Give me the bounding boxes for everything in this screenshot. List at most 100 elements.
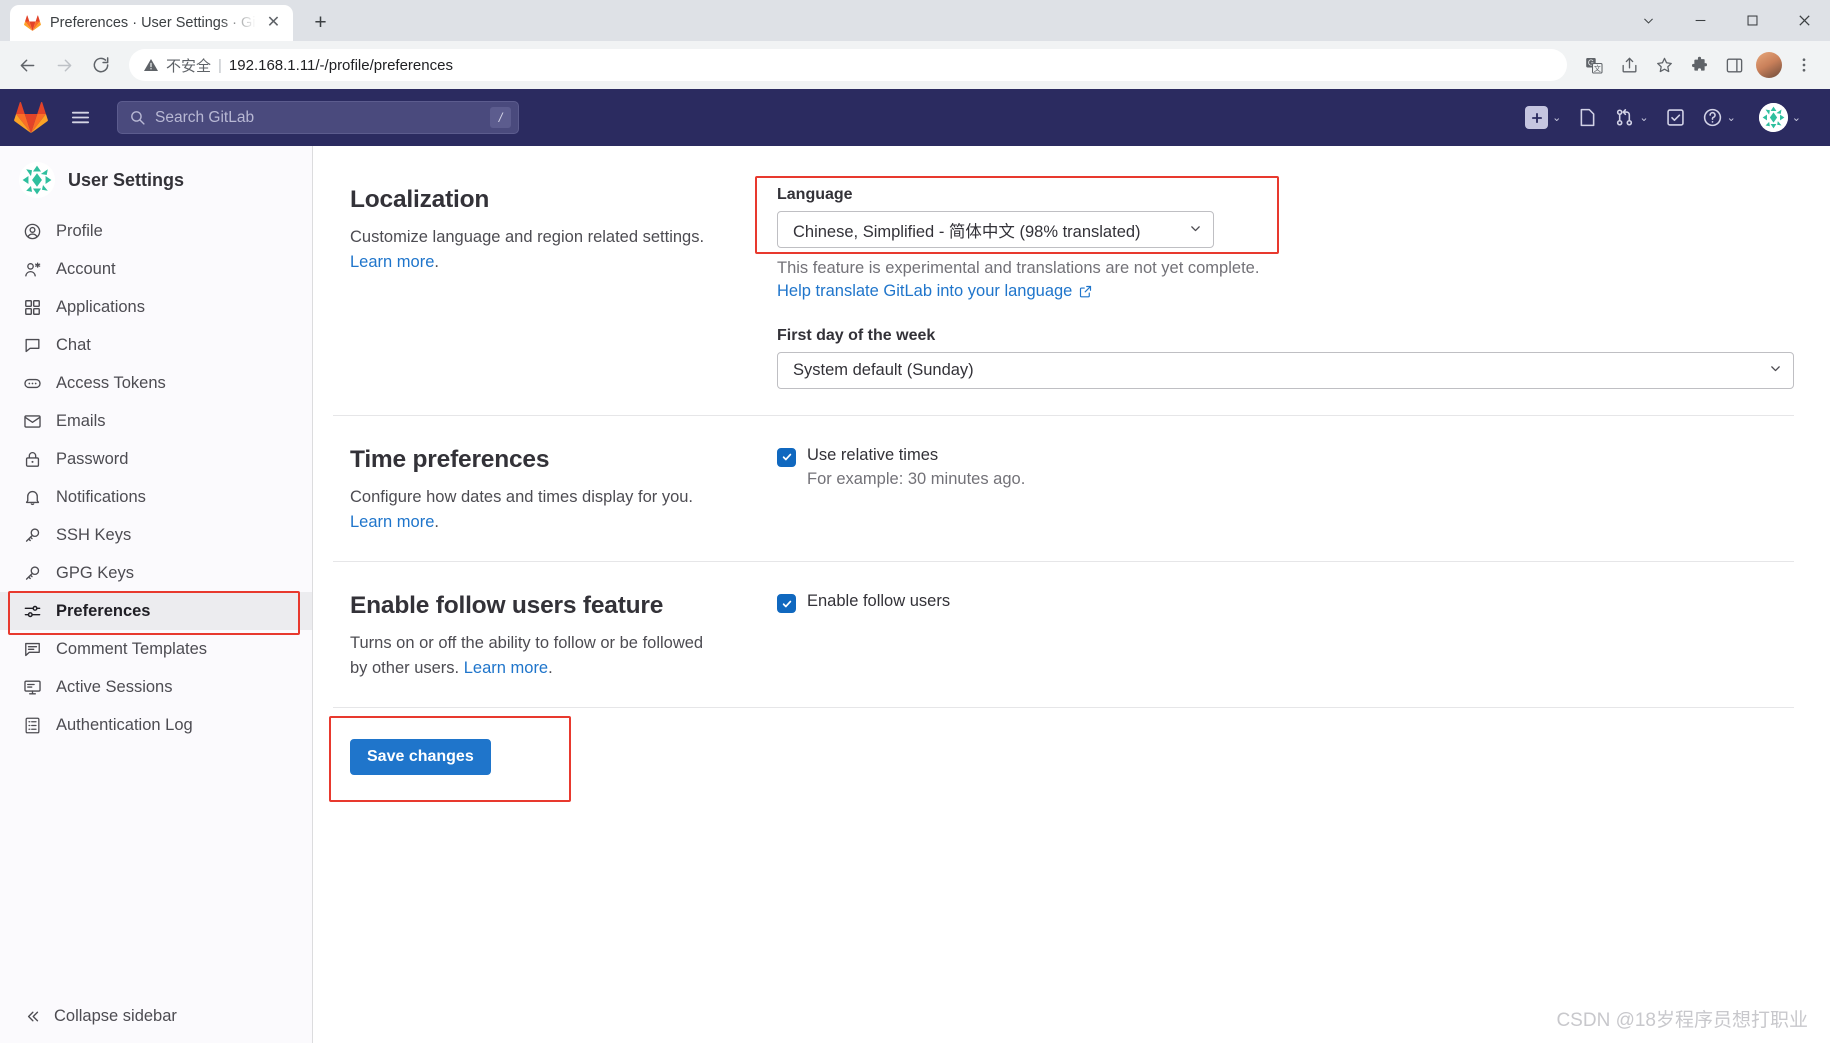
sidebar-item-emails[interactable]: Emails (0, 402, 312, 440)
section-follow-right: Enable follow users (777, 592, 1794, 681)
navbar-right-actions: ⌄ ⌄ ⌄ ⌄ (1518, 98, 1808, 137)
create-new-button[interactable]: ⌄ (1518, 101, 1568, 134)
side-panel-icon[interactable] (1718, 49, 1750, 81)
language-field-group: Language Chinese, Simplified - 简体中文 (98%… (755, 176, 1794, 301)
sidebar-item-profile[interactable]: Profile (0, 212, 312, 250)
bell-icon (22, 487, 42, 507)
page-title: User Settings (68, 169, 185, 190)
key-icon (22, 525, 42, 545)
not-secure-label: 不安全 (166, 57, 212, 75)
sidebar-item-label: Notifications (56, 487, 146, 506)
sidebar-item-comment-templates[interactable]: Comment Templates (0, 630, 312, 668)
collapse-sidebar-button[interactable]: Collapse sidebar (0, 992, 312, 1043)
sidebar-item-notifications[interactable]: Notifications (0, 478, 312, 516)
section-description: Customize language and region related se… (350, 225, 723, 275)
close-icon[interactable] (1778, 0, 1830, 41)
sidebar-item-authentication-log[interactable]: Authentication Log (0, 706, 312, 744)
hamburger-menu-icon[interactable] (62, 100, 98, 136)
section-follow-left: Enable follow users feature Turns on or … (333, 592, 777, 681)
follow-users-row[interactable]: Enable follow users (777, 592, 1794, 614)
issues-button[interactable] (1570, 102, 1605, 133)
sidebar-nav: Profile Account Applications Chat Access… (0, 212, 312, 992)
section-localization: Localization Customize language and regi… (333, 146, 1794, 416)
section-title: Time preferences (350, 445, 550, 473)
learn-more-link[interactable]: Learn more (464, 659, 548, 677)
language-select[interactable]: Chinese, Simplified - 简体中文 (98% translat… (777, 211, 1214, 248)
browser-toolbar: 不安全 | 192.168.1.11/-/profile/preferences… (0, 41, 1830, 89)
todos-button[interactable] (1658, 102, 1693, 133)
save-changes-button[interactable]: Save changes (350, 739, 491, 776)
sidebar-item-gpg-keys[interactable]: GPG Keys (0, 554, 312, 592)
gitlab-tanuki-logo-icon[interactable] (14, 101, 48, 135)
chevron-double-left-icon (22, 1006, 42, 1026)
lock-icon (22, 449, 42, 469)
learn-more-link[interactable]: Learn more (350, 513, 434, 531)
sidebar-item-account[interactable]: Account (0, 250, 312, 288)
search-shortcut-badge: / (490, 107, 511, 128)
relative-times-row[interactable]: Use relative times For example: 30 minut… (777, 446, 1794, 489)
chevron-down-icon: ⌄ (1552, 112, 1562, 124)
section-follow-users: Enable follow users feature Turns on or … (333, 562, 1794, 709)
learn-more-link[interactable]: Learn more (350, 253, 434, 271)
relative-times-checkbox[interactable] (777, 447, 796, 467)
language-help-text: This feature is experimental and transla… (777, 259, 1260, 277)
preferences-sliders-icon (22, 601, 42, 621)
browser-menu-icon[interactable] (1788, 49, 1820, 81)
translate-icon[interactable]: G 文 (1578, 49, 1610, 81)
sidebar-header[interactable]: User Settings (0, 146, 312, 212)
search-input[interactable]: Search GitLab / (117, 101, 519, 134)
sidebar-item-label: Authentication Log (56, 715, 193, 734)
avatar (1758, 103, 1788, 132)
sidebar-item-applications[interactable]: Applications (0, 288, 312, 326)
sidebar-item-password[interactable]: Password (0, 440, 312, 478)
csdn-watermark: CSDN @18岁程序员想打职业 (1556, 1010, 1808, 1031)
avatar[interactable] (1753, 49, 1785, 81)
sidebar-item-active-sessions[interactable]: Active Sessions (0, 668, 312, 706)
relative-times-label: Use relative times (807, 445, 939, 464)
maximize-icon[interactable] (1726, 0, 1778, 41)
chevron-down-icon[interactable] (1622, 0, 1674, 41)
browser-tab-title: Preferences · User Settings · Gi (50, 15, 256, 31)
tab-close-icon[interactable]: ✕ (265, 14, 283, 32)
monitor-icon (22, 677, 42, 697)
new-tab-button[interactable]: + (305, 7, 337, 39)
sidebar-item-label: SSH Keys (56, 525, 132, 544)
annotation-box-preferences (8, 591, 300, 635)
address-bar[interactable]: 不安全 | 192.168.1.11/-/profile/preferences (129, 49, 1567, 81)
section-description-text: Customize language and region related se… (350, 228, 705, 246)
account-icon (22, 259, 42, 279)
first-day-select-value: System default (Sunday) (793, 360, 974, 379)
search-placeholder: Search GitLab (155, 108, 255, 126)
reload-icon[interactable] (84, 48, 118, 82)
sidebar-item-chat[interactable]: Chat (0, 326, 312, 364)
sidebar-item-access-tokens[interactable]: Access Tokens (0, 364, 312, 402)
extensions-puzzle-icon[interactable] (1683, 49, 1715, 81)
help-button[interactable]: ⌄ (1695, 102, 1743, 133)
sidebar-item-ssh-keys[interactable]: SSH Keys (0, 516, 312, 554)
envelope-icon (22, 411, 42, 431)
sidebar-item-preferences[interactable]: Preferences (0, 591, 312, 635)
language-label: Language (777, 186, 853, 203)
profile-avatar-image (1756, 52, 1782, 78)
browser-tab[interactable]: Preferences · User Settings · Gi ✕ (10, 5, 293, 41)
page-body: User Settings Profile Account Applicatio… (0, 146, 1830, 1043)
minimize-icon[interactable] (1674, 0, 1726, 41)
key-icon (22, 563, 42, 583)
merge-requests-button[interactable]: ⌄ (1607, 102, 1655, 133)
search-icon (129, 109, 146, 126)
section-description: Turns on or off the ability to follow or… (350, 631, 723, 681)
sidebar-item-label: Account (56, 259, 116, 278)
external-link-icon (1078, 284, 1093, 299)
first-day-field-group: First day of the week System default (Su… (777, 327, 1794, 389)
bookmark-star-icon[interactable] (1648, 49, 1680, 81)
chevron-down-icon (1769, 362, 1782, 378)
back-arrow-icon[interactable] (10, 48, 44, 82)
help-translate-link[interactable]: Help translate GitLab into your language (777, 282, 1093, 301)
user-menu-button[interactable]: ⌄ (1745, 98, 1808, 137)
settings-sidebar: User Settings Profile Account Applicatio… (0, 146, 313, 1043)
save-area: Save changes (329, 708, 1794, 803)
first-day-select[interactable]: System default (Sunday) (777, 351, 1794, 389)
follow-users-checkbox[interactable] (777, 594, 796, 614)
share-icon[interactable] (1613, 49, 1645, 81)
section-description-suffix: . (434, 513, 439, 531)
